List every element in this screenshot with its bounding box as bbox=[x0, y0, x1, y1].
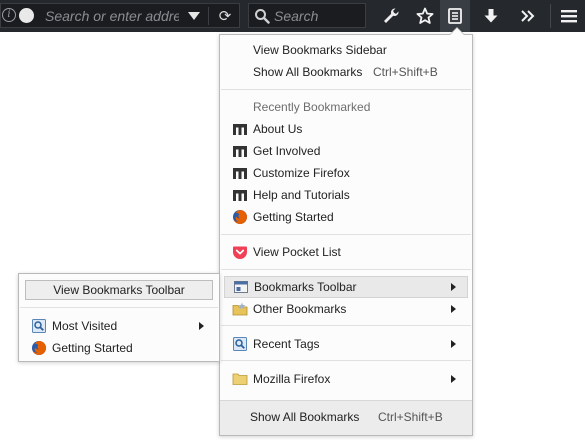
submenu-arrow-icon bbox=[451, 340, 456, 348]
menu-item-label: Bookmarks Toolbar bbox=[254, 280, 357, 294]
overflow-icon bbox=[520, 9, 536, 23]
downloads-button[interactable] bbox=[476, 0, 506, 32]
other-bookmarks-folder-icon bbox=[232, 301, 248, 317]
panel-arrow-fill bbox=[450, 28, 464, 35]
recent-bookmark-item[interactable]: About Us bbox=[220, 118, 472, 140]
menu-item-label: Help and Tutorials bbox=[253, 188, 350, 202]
bookmarks-toolbar-submenu: View Bookmarks Toolbar Most Visited Gett… bbox=[18, 273, 220, 362]
mozilla-m-icon bbox=[232, 187, 248, 203]
submenu-arrow-icon bbox=[451, 305, 456, 313]
mozilla-m-icon bbox=[232, 143, 248, 159]
nav-toolbar: i ⟳ bbox=[0, 0, 585, 32]
firefox-icon bbox=[31, 340, 47, 356]
recent-bookmark-item[interactable]: Customize Firefox bbox=[220, 162, 472, 184]
dropmarker-icon[interactable] bbox=[188, 12, 200, 20]
menu-separator bbox=[221, 360, 471, 361]
info-icon[interactable]: i bbox=[2, 8, 16, 22]
menu-separator bbox=[20, 307, 218, 308]
show-all-bookmarks-footer[interactable]: Show All Bookmarks Ctrl+Shift+B bbox=[220, 400, 472, 435]
menu-item-label: Get Involved bbox=[253, 144, 321, 158]
menu-item-label: Getting Started bbox=[253, 210, 334, 224]
pocket-icon bbox=[232, 244, 248, 260]
most-visited-icon bbox=[31, 318, 47, 334]
mozilla-m-icon bbox=[232, 121, 248, 137]
mozilla-firefox-folder-item[interactable]: Mozilla Firefox bbox=[220, 368, 472, 390]
shortcut-label: Ctrl+Shift+B bbox=[373, 65, 438, 79]
search-icon[interactable] bbox=[254, 8, 270, 24]
view-bookmarks-sidebar-item[interactable]: View Bookmarks Sidebar bbox=[220, 39, 472, 61]
menu-item-label: View Bookmarks Sidebar bbox=[253, 43, 387, 57]
menu-separator bbox=[221, 234, 471, 235]
reload-icon[interactable]: ⟳ bbox=[216, 6, 234, 26]
recent-bookmark-item[interactable]: Help and Tutorials bbox=[220, 184, 472, 206]
menu-separator bbox=[221, 325, 471, 326]
recent-bookmark-item[interactable]: Getting Started bbox=[220, 206, 472, 228]
bookmarks-menu-icon bbox=[446, 7, 464, 25]
search-bar[interactable] bbox=[248, 3, 366, 28]
getting-started-bookmark[interactable]: Getting Started bbox=[19, 337, 219, 359]
hamburger-menu-icon bbox=[560, 8, 578, 24]
menu-item-label: Show All Bookmarks bbox=[253, 65, 363, 79]
footer-label: Show All Bookmarks bbox=[250, 410, 360, 424]
menu-item-label: Most Visited bbox=[52, 319, 118, 333]
menu-item-label: About Us bbox=[253, 122, 303, 136]
recent-tags-icon bbox=[232, 336, 248, 352]
overflow-button[interactable] bbox=[513, 0, 543, 32]
star-icon bbox=[416, 7, 434, 25]
menu-separator bbox=[221, 269, 471, 270]
most-visited-item[interactable]: Most Visited bbox=[19, 315, 219, 337]
folder-icon bbox=[232, 371, 248, 387]
menu-item-label: Customize Firefox bbox=[253, 166, 350, 180]
main-menu-button[interactable] bbox=[554, 0, 584, 32]
menu-header-label: Recently Bookmarked bbox=[253, 100, 371, 114]
bookmarks-toolbar-item[interactable]: Bookmarks Toolbar bbox=[224, 276, 468, 298]
recently-bookmarked-header: Recently Bookmarked bbox=[220, 96, 472, 118]
mozilla-m-icon bbox=[232, 165, 248, 181]
recent-bookmark-item[interactable]: Get Involved bbox=[220, 140, 472, 162]
show-all-bookmarks-item[interactable]: Show All Bookmarks Ctrl+Shift+B bbox=[220, 61, 472, 83]
url-separator bbox=[208, 7, 209, 25]
url-bar[interactable]: i ⟳ bbox=[0, 3, 240, 28]
firefox-icon bbox=[232, 209, 248, 225]
menu-item-label: Mozilla Firefox bbox=[253, 372, 331, 386]
menu-item-label: Other Bookmarks bbox=[253, 302, 347, 316]
bookmark-star-button[interactable] bbox=[410, 0, 440, 32]
wrench-button[interactable] bbox=[376, 0, 406, 32]
bookmarks-menu-panel: View Bookmarks Sidebar Show All Bookmark… bbox=[219, 34, 473, 436]
submenu-arrow-icon bbox=[451, 283, 456, 291]
download-icon bbox=[482, 7, 500, 25]
recent-tags-item[interactable]: Recent Tags bbox=[220, 333, 472, 355]
submenu-arrow-icon bbox=[451, 375, 456, 383]
submenu-arrow-icon bbox=[199, 322, 204, 330]
menu-separator bbox=[221, 89, 471, 90]
menu-item-label: Recent Tags bbox=[253, 337, 320, 351]
menu-item-label: Getting Started bbox=[52, 341, 133, 355]
url-input[interactable] bbox=[45, 7, 179, 25]
other-bookmarks-item[interactable]: Other Bookmarks bbox=[220, 298, 472, 320]
view-bookmarks-toolbar-button[interactable]: View Bookmarks Toolbar bbox=[25, 280, 213, 300]
wrench-icon bbox=[382, 7, 400, 25]
shortcut-label: Ctrl+Shift+B bbox=[378, 410, 443, 424]
view-pocket-list-item[interactable]: View Pocket List bbox=[220, 241, 472, 263]
search-input[interactable] bbox=[274, 7, 362, 25]
identity-icon[interactable] bbox=[19, 8, 34, 23]
toolbar-folder-icon bbox=[233, 279, 249, 295]
menu-item-label: View Pocket List bbox=[253, 245, 341, 259]
toolbar-separator bbox=[550, 4, 551, 28]
